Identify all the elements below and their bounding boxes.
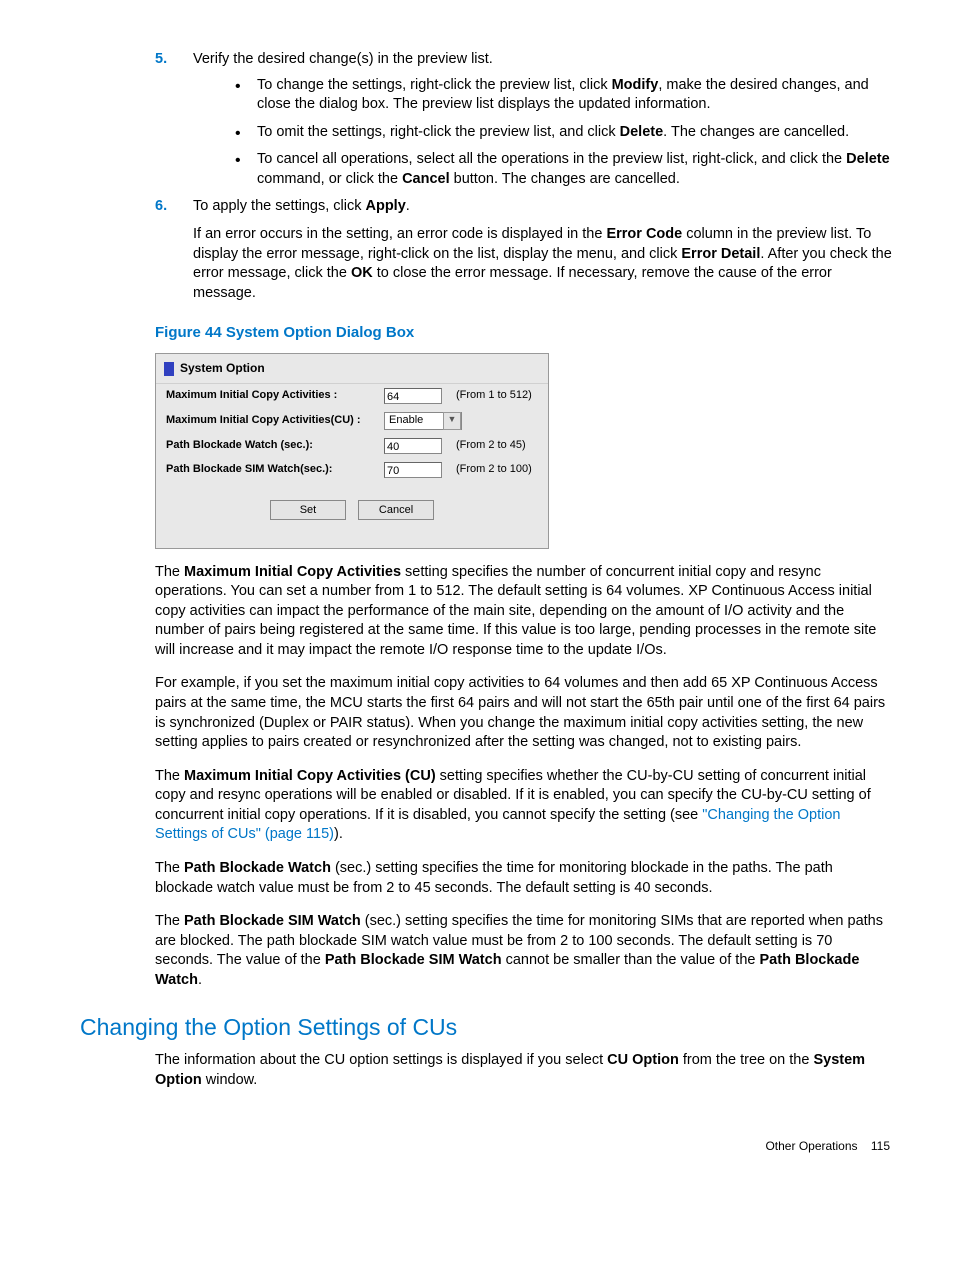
- bullet-item: To cancel all operations, select all the…: [225, 150, 894, 189]
- field-label: Maximum Initial Copy Activities(CU) :: [166, 413, 384, 428]
- page-number: 115: [871, 1139, 890, 1153]
- path-blockade-watch-input[interactable]: 40: [384, 438, 442, 454]
- cmd-delete: Delete: [620, 124, 664, 140]
- field-range: (From 2 to 45): [456, 438, 526, 453]
- para-path-blockade-watch: The Path Blockade Watch (sec.) setting s…: [155, 859, 894, 898]
- step-6: 6. To apply the settings, click Apply. I…: [155, 197, 894, 303]
- cmd-cancel: Cancel: [402, 171, 450, 187]
- dialog-title-bar: System Option: [156, 354, 548, 383]
- cmd-modify: Modify: [612, 77, 659, 93]
- field-label: Path Blockade Watch (sec.):: [166, 438, 384, 453]
- para-path-blockade-sim-watch: The Path Blockade SIM Watch (sec.) setti…: [155, 912, 894, 990]
- step-number: 6.: [155, 197, 167, 217]
- set-button[interactable]: Set: [270, 500, 346, 520]
- max-initial-copy-input[interactable]: 64: [384, 388, 442, 404]
- title-icon: [164, 362, 174, 376]
- dialog-buttons: Set Cancel: [156, 500, 548, 520]
- figure-caption: Figure 44 System Option Dialog Box: [155, 323, 894, 343]
- section-para: The information about the CU option sett…: [155, 1051, 894, 1090]
- cmd-ok: OK: [351, 265, 373, 281]
- dropdown-arrow-icon[interactable]: ▼: [443, 412, 461, 430]
- bullet-item: To change the settings, right-click the …: [225, 76, 894, 115]
- step-number: 5.: [155, 50, 167, 70]
- page-footer: Other Operations 115: [60, 1138, 894, 1154]
- para-example: For example, if you set the maximum init…: [155, 674, 894, 752]
- system-option-dialog: System Option Maximum Initial Copy Activ…: [155, 353, 549, 548]
- section-heading: Changing the Option Settings of CUs: [80, 1012, 894, 1043]
- cmd-error-detail: Error Detail: [681, 246, 760, 262]
- row-path-blockade-watch: Path Blockade Watch (sec.): 40 (From 2 t…: [156, 434, 548, 458]
- row-max-initial-copy: Maximum Initial Copy Activities : 64 (Fr…: [156, 384, 548, 408]
- cancel-button[interactable]: Cancel: [358, 500, 434, 520]
- step-text: Verify the desired change(s) in the prev…: [193, 51, 493, 67]
- para-max-initial-copy-cu: The Maximum Initial Copy Activities (CU)…: [155, 767, 894, 845]
- bullet-item: To omit the settings, right-click the pr…: [225, 123, 894, 143]
- field-range: (From 1 to 512): [456, 388, 532, 403]
- dialog-title: System Option: [180, 360, 265, 376]
- field-range: (From 2 to 100): [456, 462, 532, 477]
- row-max-initial-copy-cu: Maximum Initial Copy Activities(CU) : En…: [156, 408, 548, 434]
- cmd-apply: Apply: [365, 198, 405, 214]
- para-max-initial-copy: The Maximum Initial Copy Activities sett…: [155, 563, 894, 661]
- row-path-blockade-sim-watch: Path Blockade SIM Watch(sec.): 70 (From …: [156, 458, 548, 482]
- path-blockade-sim-watch-input[interactable]: 70: [384, 462, 442, 478]
- cmd-delete: Delete: [846, 151, 890, 167]
- col-error-code: Error Code: [606, 226, 682, 242]
- max-initial-copy-cu-select[interactable]: Enable ▼: [384, 412, 462, 430]
- field-label: Maximum Initial Copy Activities :: [166, 388, 384, 403]
- footer-section: Other Operations: [765, 1139, 857, 1153]
- step-detail: If an error occurs in the setting, an er…: [193, 225, 894, 303]
- field-label: Path Blockade SIM Watch(sec.):: [166, 462, 384, 477]
- step-5: 5. Verify the desired change(s) in the p…: [155, 50, 894, 189]
